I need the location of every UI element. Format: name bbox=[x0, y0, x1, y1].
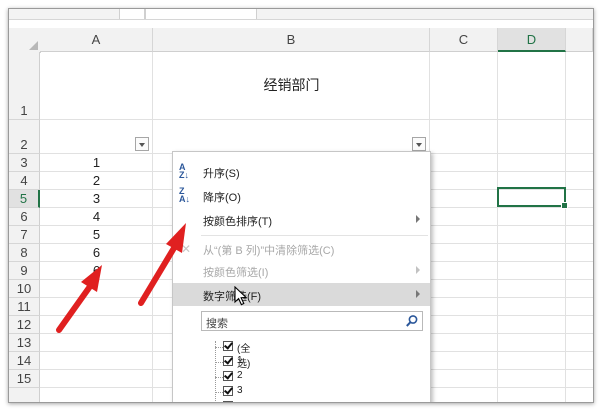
excel-window: A B C D 1 2 3 4 5 6 7 8 9 10 11 12 13 14… bbox=[8, 8, 594, 403]
red-arrow-icon bbox=[138, 223, 186, 306]
screenshot: A B C D 1 2 3 4 5 6 7 8 9 10 11 12 13 14… bbox=[0, 0, 600, 409]
red-arrow-icon bbox=[56, 265, 102, 333]
annotation-arrows bbox=[56, 223, 186, 333]
